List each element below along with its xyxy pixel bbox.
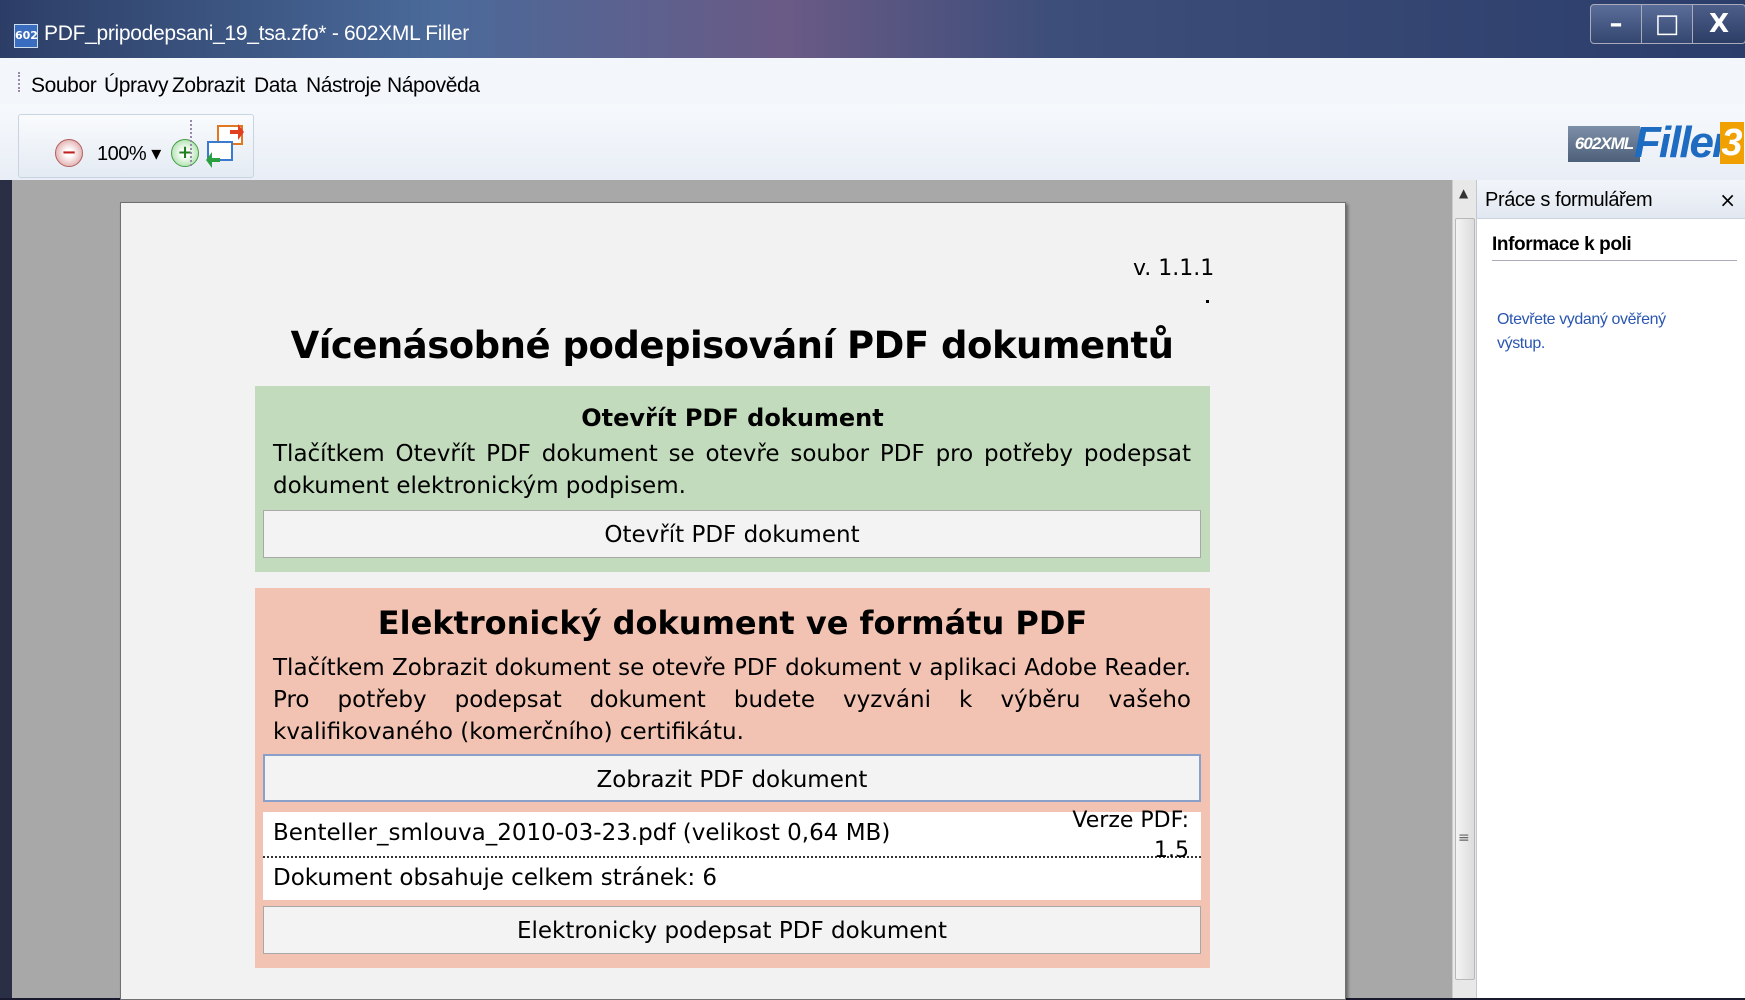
toolbar: − 100% ▾ +: [0, 104, 1745, 180]
file-info-row: Benteller_smlouva_2010-03-23.pdf (veliko…: [263, 808, 1201, 863]
form-swap-icon[interactable]: [204, 122, 246, 168]
menu-upravy[interactable]: Úpravy: [104, 74, 169, 98]
pdf-document-description: Tlačítkem Zobrazit dokument se otevře PD…: [273, 655, 1191, 745]
pdf-document-section: Elektronický dokument ve formátu PDF Tla…: [255, 588, 1210, 968]
menu-napoveda[interactable]: Nápověda: [387, 74, 480, 98]
pdf-document-heading: Elektronický dokument ve formátu PDF: [377, 604, 1088, 642]
menu-zobrazit[interactable]: Zobrazit: [172, 74, 245, 98]
brand-logo: 602XML Filler 3: [1568, 118, 1744, 170]
menu-soubor[interactable]: Soubor: [31, 74, 97, 98]
vertical-scrollbar[interactable]: ▲ ≡: [1452, 180, 1477, 998]
open-pdf-description: Tlačítkem Otevřít PDF dokument se otevře…: [273, 441, 1191, 499]
window-left-border: [0, 180, 12, 998]
form-title: Vícenásobné podepisování PDF dokumentů: [290, 324, 1174, 367]
pages-info-row: Dokument obsahuje celkem stránek: 6: [263, 858, 1201, 900]
scroll-up-icon[interactable]: ▲: [1459, 186, 1468, 200]
form-version: v. 1.1.1: [1133, 256, 1215, 281]
panel-header: Práce s formulářem ×: [1477, 180, 1745, 219]
field-info-divider: [1492, 260, 1737, 261]
menu-bar: Soubor Úpravy Zobrazit Data Nástroje Náp…: [0, 58, 1745, 105]
pages-info: Dokument obsahuje celkem stránek: 6: [273, 865, 718, 891]
zoom-out-icon[interactable]: −: [55, 139, 83, 167]
field-info-message: Otevřete vydaný ověřený výstup.: [1497, 311, 1666, 352]
show-pdf-button[interactable]: Zobrazit PDF dokument: [263, 754, 1201, 802]
brand-name: Filler: [1634, 118, 1729, 167]
menu-nastroje[interactable]: Nástroje: [306, 74, 381, 98]
zoom-level-dropdown[interactable]: 100% ▾: [97, 141, 161, 166]
open-pdf-button[interactable]: Otevřít PDF dokument: [263, 510, 1201, 558]
brand-version: 3: [1720, 122, 1744, 164]
scroll-thumb[interactable]: [1455, 218, 1475, 980]
decorative-dot: [1206, 300, 1209, 303]
menu-data[interactable]: Data: [254, 74, 297, 98]
field-info-heading: Informace k poli: [1492, 234, 1632, 255]
window-title: PDF_pripodepsani_19_tsa.zfo* - 602XML Fi…: [44, 22, 469, 45]
form-work-panel: Práce s formulářem × Informace k poli Ot…: [1476, 180, 1745, 998]
minimize-button[interactable]: –: [1590, 4, 1642, 44]
open-pdf-heading: Otevřít PDF dokument: [581, 404, 884, 432]
maximize-button[interactable]: □: [1641, 4, 1693, 44]
menu-grip[interactable]: [18, 72, 23, 92]
sign-pdf-button[interactable]: Elektronicky podepsat PDF dokument: [263, 906, 1201, 954]
app-icon: 602: [14, 24, 38, 48]
pdf-version-label: Verze PDF:: [1072, 808, 1189, 833]
title-bar: 602 PDF_pripodepsani_19_tsa.zfo* - 602XM…: [0, 0, 1745, 58]
brand-prefix: 602XML: [1568, 126, 1640, 162]
panel-close-icon[interactable]: ×: [1719, 188, 1736, 212]
close-button[interactable]: X: [1692, 4, 1745, 44]
toolbar-separator: [190, 120, 195, 166]
scroll-grip-icon: ≡: [1458, 830, 1470, 846]
open-pdf-section: Otevřít PDF dokument Tlačítkem Otevřít P…: [255, 386, 1210, 572]
panel-title: Práce s formulářem: [1485, 189, 1653, 211]
file-info: Benteller_smlouva_2010-03-23.pdf (veliko…: [273, 820, 891, 846]
pdf-version: Verze PDF: 1.5: [1072, 806, 1189, 866]
